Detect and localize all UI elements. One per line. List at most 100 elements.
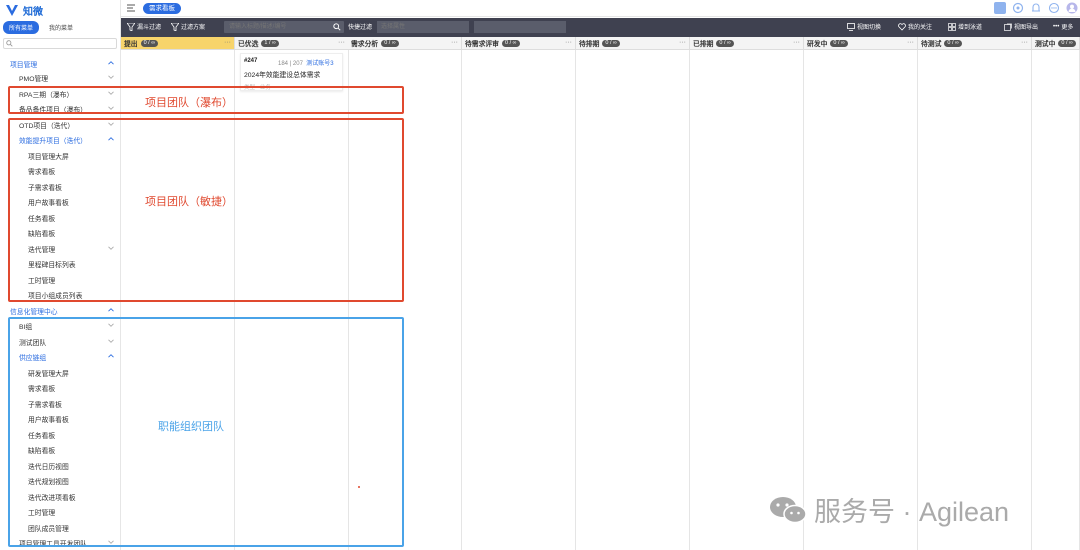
chevron-down-icon[interactable] (108, 322, 114, 328)
app-logo[interactable]: 知微 (0, 0, 120, 20)
column-header[interactable]: 研发中 0 / ∞ ··· (804, 37, 918, 50)
tab-my-menus[interactable]: 我的菜单 (43, 21, 79, 34)
column-body[interactable] (804, 50, 918, 550)
message-icon[interactable] (1048, 2, 1060, 14)
sidebar-item[interactable]: 信息化管理中心 (0, 303, 120, 318)
sidebar-item[interactable]: 任务看板 (0, 210, 120, 225)
attribute-select[interactable] (377, 21, 469, 33)
chevron-down-icon[interactable] (108, 74, 114, 80)
funnel-filter-button[interactable]: 漏斗过滤 (127, 22, 161, 31)
board-search[interactable] (224, 21, 344, 33)
search-icon[interactable] (333, 23, 341, 31)
sidebar-item[interactable]: 子需求看板 (0, 179, 120, 194)
card-owner[interactable]: 测试账号3 (306, 61, 333, 67)
more-button[interactable]: ••• 更多 (1053, 22, 1073, 32)
column-header[interactable]: 待需求评审 0 / ∞ ··· (462, 37, 576, 50)
column-name: 研发中 (807, 41, 828, 48)
column-body[interactable] (690, 50, 804, 550)
view-export-button[interactable]: 视图导出 (1004, 22, 1038, 31)
sidebar-item[interactable]: 工时管理 (0, 272, 120, 287)
column-more-icon[interactable]: ··· (907, 39, 914, 46)
sidebar-item[interactable]: 项目小组成员列表 (0, 287, 120, 302)
column-more-icon[interactable]: ··· (565, 39, 572, 46)
chevron-down-icon[interactable] (108, 245, 114, 251)
sidebar-item[interactable]: BI组 (0, 318, 120, 333)
chevron-up-icon[interactable] (108, 307, 114, 313)
support-icon[interactable] (1012, 2, 1024, 14)
column-body[interactable] (348, 50, 462, 550)
avatar[interactable] (1066, 2, 1078, 14)
sidebar-item[interactable]: 子需求看板 (0, 396, 120, 411)
chevron-down-icon[interactable] (108, 90, 114, 96)
card-title[interactable]: 2024年效能建设总体需求 (244, 69, 320, 79)
column-more-icon[interactable]: ··· (338, 39, 345, 46)
column-body[interactable] (1032, 50, 1080, 550)
chevron-down-icon[interactable] (108, 338, 114, 344)
menu-search-input[interactable] (4, 40, 116, 50)
sidebar-item[interactable]: 项目管理工具开发团队 (0, 535, 120, 550)
chevron-up-icon[interactable] (108, 353, 114, 359)
column-body[interactable] (576, 50, 690, 550)
chevron-down-icon[interactable] (108, 539, 114, 545)
sidebar-item[interactable]: OTD项目（迭代） (0, 117, 120, 132)
sidebar-item[interactable]: 团队成员管理 (0, 520, 120, 535)
sidebar-item[interactable]: 项目管理大屏 (0, 148, 120, 163)
sidebar-item[interactable]: PMO管理 (0, 70, 120, 85)
sidebar-item[interactable]: 供应链组 (0, 349, 120, 364)
menu-toggle-icon[interactable] (127, 4, 135, 12)
notification-icon[interactable] (1030, 2, 1042, 14)
sidebar-item[interactable]: 效能提升项目（迭代） (0, 132, 120, 147)
column-more-icon[interactable]: ··· (679, 39, 686, 46)
tab-all-menus[interactable]: 所有菜单 (3, 20, 40, 34)
column-body[interactable] (235, 50, 349, 550)
column-more-icon[interactable]: ··· (793, 39, 800, 46)
sidebar-item[interactable]: 迭代改进项看板 (0, 489, 120, 504)
column-header[interactable]: 待测试 0 / ∞ ··· (918, 37, 1032, 50)
add-swimlane-button[interactable]: 增到泳道 (948, 22, 982, 31)
chevron-down-icon[interactable] (108, 121, 114, 127)
column-body[interactable] (462, 50, 576, 550)
column-body[interactable] (121, 50, 235, 550)
sidebar-item[interactable]: RPA三期（瀑布） (0, 86, 120, 101)
attribute-value-select[interactable] (474, 21, 566, 33)
column-header[interactable]: 提出 0 / ∞ ··· (121, 37, 235, 50)
sidebar-item[interactable]: 用户故事看板 (0, 194, 120, 209)
sidebar-item[interactable]: 缺陷看板 (0, 225, 120, 240)
requirement-card[interactable]: #247 184 | 207 测试账号3 2024年效能建设总体需求 类型 · … (240, 53, 343, 91)
sidebar-item[interactable]: 迭代管理 (0, 241, 120, 256)
column-header[interactable]: 已优选 1 / ∞ ··· (235, 37, 349, 50)
sidebar-item[interactable]: 需求看板 (0, 163, 120, 178)
column-more-icon[interactable]: ··· (1021, 39, 1028, 46)
chevron-up-icon[interactable] (108, 60, 114, 66)
page-tab-requirement-board[interactable]: 需求看板 (143, 3, 181, 14)
sidebar-item[interactable]: 测试团队 (0, 334, 120, 349)
sidebar-item[interactable]: 项目管理 (0, 56, 120, 71)
menu-search[interactable] (3, 38, 117, 50)
sidebar-item[interactable]: 任务看板 (0, 427, 120, 442)
column-body[interactable] (918, 50, 1032, 550)
chevron-up-icon[interactable] (108, 136, 114, 142)
column-header[interactable]: 已排期 0 / ∞ ··· (690, 37, 804, 50)
column-header[interactable]: 测试中 0 / ∞ (1032, 37, 1080, 50)
sidebar-item[interactable]: 备品备件项目（瀑布） (0, 101, 120, 116)
chevron-down-icon[interactable] (108, 105, 114, 111)
sidebar-item[interactable]: 里程碑目标列表 (0, 256, 120, 271)
attribute-select-input[interactable] (377, 21, 469, 33)
board-search-input[interactable] (224, 21, 344, 33)
sidebar-item[interactable]: 缺陷看板 (0, 442, 120, 457)
my-follow-button[interactable]: 我的关注 (898, 22, 932, 31)
sidebar-item[interactable]: 迭代规划视图 (0, 473, 120, 488)
column-header[interactable]: 需求分析 0 / ∞ ··· (348, 37, 462, 50)
sidebar-item[interactable]: 迭代日历视图 (0, 458, 120, 473)
column-header[interactable]: 待排期 0 / ∞ ··· (576, 37, 690, 50)
view-switch-button[interactable]: 视图切换 (847, 22, 881, 31)
card-meta: 184 | 207 测试账号3 (278, 58, 334, 67)
column-more-icon[interactable]: ··· (224, 39, 231, 46)
filter-plan-button[interactable]: 过滤方案 (171, 22, 205, 31)
sidebar-item[interactable]: 研发管理大屏 (0, 365, 120, 380)
translate-icon[interactable] (994, 2, 1006, 14)
column-more-icon[interactable]: ··· (451, 39, 458, 46)
sidebar-item[interactable]: 需求看板 (0, 380, 120, 395)
sidebar-item[interactable]: 用户故事看板 (0, 411, 120, 426)
sidebar-item[interactable]: 工时管理 (0, 504, 120, 519)
